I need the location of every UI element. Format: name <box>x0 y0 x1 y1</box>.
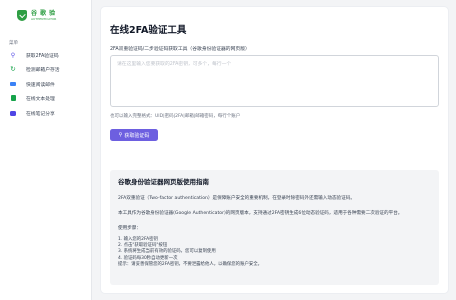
secret-key-input[interactable] <box>110 55 439 107</box>
guide-paragraph: 2FA双重验证（Two-factor authentication）是保障账户安… <box>118 196 355 201</box>
mail-icon <box>9 80 17 88</box>
sidebar-item-label: 获取2FA验证码 <box>26 53 59 59</box>
input-format-hint: 也可以输入完整格式：UID|密码|2FA|邮箱|邮箱密码，每行个账户 <box>110 114 241 119</box>
menu-title: 菜单 <box>9 41 18 46</box>
sidebar-item-label: 快速阅读邮件 <box>26 82 55 88</box>
sidebar-item-check-email-alive[interactable]: ↻ 检测邮箱户存活 <box>9 64 87 74</box>
sidebar-item-quick-read-mail[interactable]: 快速阅读邮件 <box>9 79 87 89</box>
page-title: 在线2FA验证工具 <box>110 25 187 36</box>
guide-paragraph: 本工具作为谷歌身份验证器(Google Authenticator)的网页版本，… <box>118 211 403 216</box>
sidebar-item-label: 在线文本处理 <box>26 96 55 102</box>
sidebar-item-label: 检测邮箱户存活 <box>26 67 60 73</box>
sidebar-item-label: 在线笔记分享 <box>26 111 55 117</box>
sidebar: 谷 歌 验 AUTHENTICATOR 菜单 ⚲ 获取2FA验证码 ↻ 检测邮箱… <box>0 0 92 300</box>
chat-icon <box>9 109 17 117</box>
brand-logo[interactable]: 谷 歌 验 AUTHENTICATOR <box>17 10 56 21</box>
brand-subtitle: AUTHENTICATOR <box>31 16 57 21</box>
main-card: 在线2FA验证工具 2FA双重验证码/二步验证码获取工具（谷歌身份验证器的网页版… <box>100 6 449 294</box>
guide-tip: 提示：请妥善保管您的2FA密钥，不要泄露给他人，以确保您的账户安全。 <box>118 261 263 267</box>
key-icon: ⚲ <box>10 51 16 59</box>
sidebar-item-get-2fa-code[interactable]: ⚲ 获取2FA验证码 <box>9 50 87 60</box>
get-code-button-label: 获取验证码 <box>124 132 150 139</box>
get-code-button[interactable]: ⚲ 获取验证码 <box>110 129 158 141</box>
brand-name: 谷 歌 验 <box>31 9 56 17</box>
guide-title: 谷歌身份验证器网页版使用指南 <box>118 178 209 186</box>
secret-input-label: 2FA双重验证码/二步验证码获取工具（谷歌身份验证器的网页版） <box>110 47 250 52</box>
sidebar-item-note-sharing[interactable]: 在线笔记分享 <box>9 108 87 118</box>
usage-guide: 谷歌身份验证器网页版使用指南 2FA双重验证（Two-factor authen… <box>110 170 439 285</box>
shield-check-icon <box>17 10 27 21</box>
sidebar-item-text-processing[interactable]: 在线文本处理 <box>9 93 87 103</box>
key-icon: ⚲ <box>118 132 123 138</box>
sync-icon: ↻ <box>10 65 16 73</box>
guide-steps-title: 使用步骤： <box>118 226 141 231</box>
document-icon <box>9 94 17 102</box>
